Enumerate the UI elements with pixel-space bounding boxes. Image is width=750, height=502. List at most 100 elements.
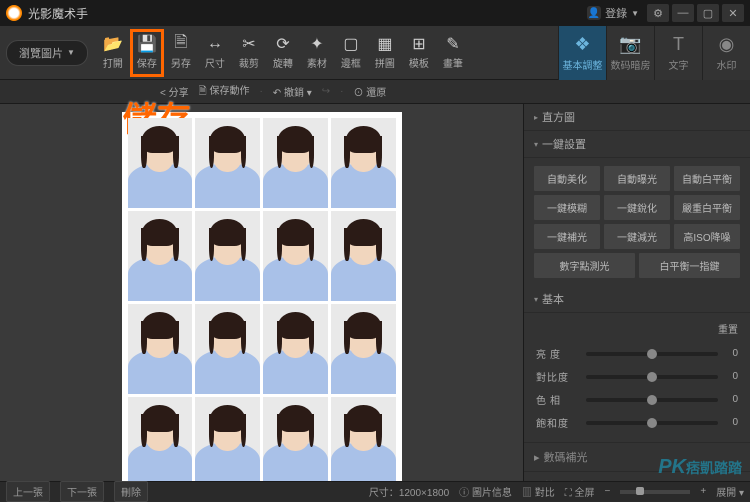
settings-icon[interactable]: ⚙ (647, 4, 669, 22)
window-controls: ⚙ — ▢ ✕ (647, 4, 744, 22)
side-tabs: ❖ 基本調整 📷 数码暗房T文字 ◉ 水印 (558, 26, 750, 80)
tool-label: 素材 (307, 55, 327, 70)
tool-label: 拼圖 (375, 55, 395, 70)
passport-photo (195, 211, 260, 301)
chevron-down-icon: ▼ (631, 9, 639, 18)
passport-photo (263, 118, 328, 208)
chevron-icon: ▾ (534, 295, 538, 304)
filter-白平衡一指鍵[interactable]: 白平衡一指鍵 (639, 253, 740, 278)
passport-photo (128, 397, 193, 481)
prev-button[interactable]: 上一張 (6, 481, 50, 502)
tab-label: 水印 (717, 57, 737, 72)
undo-button[interactable]: ↶ 撤銷 ▾ (273, 84, 312, 99)
filter-一鍵銳化[interactable]: 一鍵銳化 (604, 195, 670, 220)
basic-header[interactable]: ▾基本 (524, 286, 750, 313)
zoom-slider[interactable] (620, 490, 690, 494)
chevron-icon: ▸ (534, 113, 538, 122)
tab-2[interactable]: T文字 (654, 26, 702, 80)
tool-icon: ⟳ (274, 35, 292, 53)
tab-label: 数码暗房 (611, 57, 651, 72)
browse-label: 瀏覽圖片 (19, 45, 63, 61)
slider-track[interactable] (586, 421, 718, 425)
tool-尺寸[interactable]: ↔尺寸 (198, 29, 232, 77)
slider-色相: 色相0 (534, 388, 740, 411)
tool-裁剪[interactable]: ✂裁剪 (232, 29, 266, 77)
histogram-header[interactable]: ▸直方圖 (524, 104, 750, 131)
filter-嚴重白平衡[interactable]: 嚴重白平衡 (674, 195, 740, 220)
tab-3[interactable]: ◉ 水印 (702, 26, 750, 80)
passport-photo (195, 304, 260, 394)
section-數碼減光[interactable]: ▸數碼減光 (524, 471, 750, 481)
tool-模板[interactable]: ⊞ 模板 (402, 29, 436, 77)
tab-icon: ❖ (574, 34, 590, 55)
next-button[interactable]: 下一張 (60, 481, 104, 502)
slider-對比度: 對比度0 (534, 365, 740, 388)
slider-track[interactable] (586, 352, 718, 356)
login-button[interactable]: 👤 登錄 ▼ (579, 5, 647, 21)
delete-button[interactable]: 刪除 (114, 481, 148, 502)
tool-icon: 🗎 (172, 35, 190, 53)
slider-track[interactable] (586, 398, 718, 402)
slider-label: 對比度 (536, 369, 580, 384)
passport-photo (263, 397, 328, 481)
tool-label: 模板 (409, 55, 429, 70)
tab-icon: 📷 (619, 34, 641, 55)
slider-track[interactable] (586, 375, 718, 379)
tool-邊框[interactable]: ▢邊框 (334, 29, 368, 77)
tab-1[interactable]: 📷 数码暗房 (606, 26, 654, 80)
tool-另存[interactable]: 🗎 另存 (164, 29, 198, 77)
passport-photo (331, 397, 396, 481)
maximize-button[interactable]: ▢ (697, 4, 719, 22)
filter-數字點測光[interactable]: 數字點測光 (534, 253, 635, 278)
minimize-button[interactable]: — (672, 4, 694, 22)
size-info: 尺寸：1200×1800 (369, 484, 449, 499)
status-bar: 上一張 下一張 刪除 尺寸：1200×1800 ⓘ 圖片信息 ▥ 對比 ⛶ 全屏… (0, 481, 750, 501)
browse-button[interactable]: 瀏覽圖片 ▼ (6, 40, 88, 66)
canvas-area[interactable] (0, 104, 523, 481)
filter-自動曝光[interactable]: 自動曝光 (604, 166, 670, 191)
filter-一鍵模糊[interactable]: 一鍵模糊 (534, 195, 600, 220)
filter-自動美化[interactable]: 自動美化 (534, 166, 600, 191)
title-bar: 光影魔术手 👤 登錄 ▼ ⚙ — ▢ ✕ (0, 0, 750, 26)
filter-自動白平衡[interactable]: 自動白平衡 (674, 166, 740, 191)
tab-0[interactable]: ❖ 基本調整 (558, 26, 606, 80)
zoom-mode[interactable]: 展開 ▾ (716, 484, 744, 499)
tool-icon: 💾 (138, 35, 156, 53)
tool-素材[interactable]: ✦素材 (300, 29, 334, 77)
filter-一鍵補光[interactable]: 一鍵補光 (534, 224, 600, 249)
save-action-button[interactable]: 🗎 保存動作 (199, 82, 250, 101)
tool-打開[interactable]: 📂打開 (96, 29, 130, 77)
tool-畫筆[interactable]: ✎畫筆 (436, 29, 470, 77)
tool-icon: ▢ (342, 35, 360, 53)
fullscreen-button[interactable]: ⛶ 全屏 (565, 484, 595, 499)
tool-label: 畫筆 (443, 55, 463, 70)
zoom-in-icon[interactable]: + (700, 486, 706, 497)
tool-label: 另存 (171, 55, 191, 70)
tool-拼圖[interactable]: ▦拼圖 (368, 29, 402, 77)
passport-photo (263, 304, 328, 394)
zoom-out-icon[interactable]: − (605, 486, 611, 497)
tab-icon: T (673, 34, 684, 55)
tool-icon: ⊞ (410, 35, 428, 53)
tab-label: 基本調整 (563, 57, 603, 72)
filter-一鍵減光[interactable]: 一鍵減光 (604, 224, 670, 249)
filter-高ISO降噪[interactable]: 高ISO降噪 (674, 224, 740, 249)
passport-photo (128, 118, 193, 208)
quickset-header[interactable]: ▾一鍵設置 (524, 131, 750, 158)
reset-button[interactable]: 重置 (534, 321, 740, 342)
tool-icon: ✂ (240, 35, 258, 53)
image-info-button[interactable]: ⓘ 圖片信息 (459, 484, 512, 499)
restore-button[interactable]: ⊙ 還原 (354, 84, 387, 99)
close-button[interactable]: ✕ (722, 4, 744, 22)
compare-button[interactable]: ▥ 對比 (522, 484, 555, 499)
redo-button[interactable]: ↪ (322, 86, 330, 97)
passport-photo (128, 211, 193, 301)
side-panel: ▸直方圖 ▾一鍵設置 自動美化自動曝光自動白平衡一鍵模糊一鍵銳化嚴重白平衡一鍵補… (523, 104, 750, 481)
section-數碼補光[interactable]: ▸數碼補光 (524, 442, 750, 471)
slider-飽和度: 飽和度0 (534, 411, 740, 434)
app-title: 光影魔术手 (28, 5, 579, 22)
tool-旋轉[interactable]: ⟳旋轉 (266, 29, 300, 77)
chevron-icon: ▾ (534, 140, 538, 149)
tab-icon: ◉ (719, 34, 735, 55)
tool-保存[interactable]: 💾保存儲存 (130, 29, 164, 77)
